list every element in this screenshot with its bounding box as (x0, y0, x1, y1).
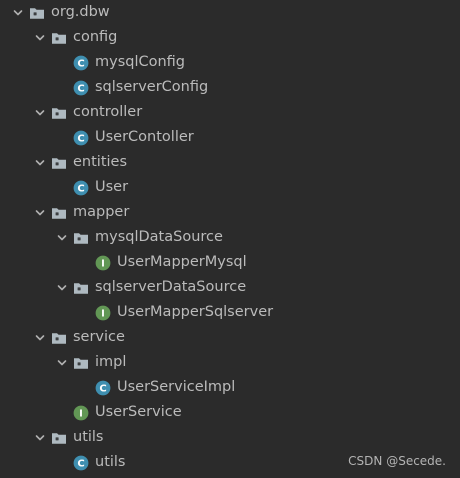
tree-node-controller-4[interactable]: controller (0, 100, 460, 125)
chevron-down-icon[interactable] (33, 200, 47, 225)
tree-node-userserviceimpl-15[interactable]: C UserServiceImpl (0, 375, 460, 400)
svg-text:C: C (99, 383, 106, 394)
svg-text:C: C (77, 133, 84, 144)
chevron-down-icon[interactable] (33, 425, 47, 450)
svg-text:C: C (77, 183, 84, 194)
class-icon: C (73, 50, 89, 75)
tree-node-label: UserMapperMysql (117, 254, 247, 270)
package-folder-icon (73, 275, 89, 300)
tree-node-service-13[interactable]: service (0, 325, 460, 350)
tree-node-usermappersqlserver-12[interactable]: I UserMapperSqlserver (0, 300, 460, 325)
interface-icon: I (95, 250, 111, 275)
tree-node-label: UserService (95, 404, 182, 420)
chevron-down-icon[interactable] (55, 275, 69, 300)
tree-node-label: impl (95, 354, 127, 370)
class-icon: C (73, 125, 89, 150)
svg-text:C: C (77, 83, 84, 94)
chevron-down-icon[interactable] (33, 25, 47, 50)
svg-text:I: I (101, 258, 105, 269)
package-folder-icon (51, 100, 67, 125)
package-folder-icon (51, 25, 67, 50)
tree-node-sqlserverconfig-3[interactable]: CsqlserverConfig (0, 75, 460, 100)
tree-node-mapper-8[interactable]: mapper (0, 200, 460, 225)
tree-node-label: mysqlDataSource (95, 229, 223, 245)
tree-node-mysqlconfig-2[interactable]: CmysqlConfig (0, 50, 460, 75)
tree-node-label: service (73, 329, 125, 345)
interface-icon: I (73, 400, 89, 425)
chevron-down-icon[interactable] (11, 0, 25, 25)
class-icon: C (73, 175, 89, 200)
tree-node-label: UserMapperSqlserver (117, 304, 274, 320)
package-folder-icon (51, 325, 67, 350)
tree-node-label: sqlserverDataSource (95, 279, 247, 295)
tree-node-label: config (73, 29, 118, 45)
tree-node-label: sqlserverConfig (95, 79, 209, 95)
interface-icon: I (95, 300, 111, 325)
chevron-down-icon[interactable] (55, 225, 69, 250)
tree-node-entities-6[interactable]: entities (0, 150, 460, 175)
tree-node-mysqldatasource-9[interactable]: mysqlDataSource (0, 225, 460, 250)
chevron-down-icon[interactable] (33, 325, 47, 350)
watermark: CSDN @Secede. (348, 454, 446, 468)
svg-text:I: I (79, 408, 83, 419)
package-folder-icon (73, 350, 89, 375)
tree-node-utils-17[interactable]: utils (0, 425, 460, 450)
tree-node-config-1[interactable]: config (0, 25, 460, 50)
package-folder-icon (51, 425, 67, 450)
svg-text:C: C (77, 458, 84, 469)
tree-node-label: UserServiceImpl (117, 379, 236, 395)
tree-node-label: User (95, 179, 129, 195)
tree-node-usermappermysql-10[interactable]: I UserMapperMysql (0, 250, 460, 275)
tree-node-label: org.dbw (51, 4, 110, 20)
tree-node-sqlserverdatasource-11[interactable]: sqlserverDataSource (0, 275, 460, 300)
tree-node-label: mysqlConfig (95, 54, 186, 70)
project-tree: org.dbw config CmysqlConfig CsqlserverConfi… (0, 0, 460, 478)
tree-node-label: entities (73, 154, 128, 170)
tree-node-label: utils (95, 454, 126, 470)
tree-node-label: utils (73, 429, 104, 445)
package-folder-icon (51, 200, 67, 225)
class-icon: C (73, 450, 89, 475)
svg-text:I: I (101, 308, 105, 319)
tree-node-userservice-16[interactable]: I UserService (0, 400, 460, 425)
package-folder-icon (51, 150, 67, 175)
svg-text:C: C (77, 58, 84, 69)
tree-node-usercontoller-5[interactable]: C UserContoller (0, 125, 460, 150)
package-folder-icon (29, 0, 45, 25)
class-icon: C (73, 75, 89, 100)
tree-node-label: controller (73, 104, 143, 120)
tree-node-label: UserContoller (95, 129, 194, 145)
chevron-down-icon[interactable] (33, 100, 47, 125)
tree-node-impl-14[interactable]: impl (0, 350, 460, 375)
tree-node-user-7[interactable]: C User (0, 175, 460, 200)
chevron-down-icon[interactable] (55, 350, 69, 375)
chevron-down-icon[interactable] (33, 150, 47, 175)
tree-node-label: mapper (73, 204, 130, 220)
class-icon: C (95, 375, 111, 400)
tree-node-org-dbw-0[interactable]: org.dbw (0, 0, 460, 25)
package-folder-icon (73, 225, 89, 250)
